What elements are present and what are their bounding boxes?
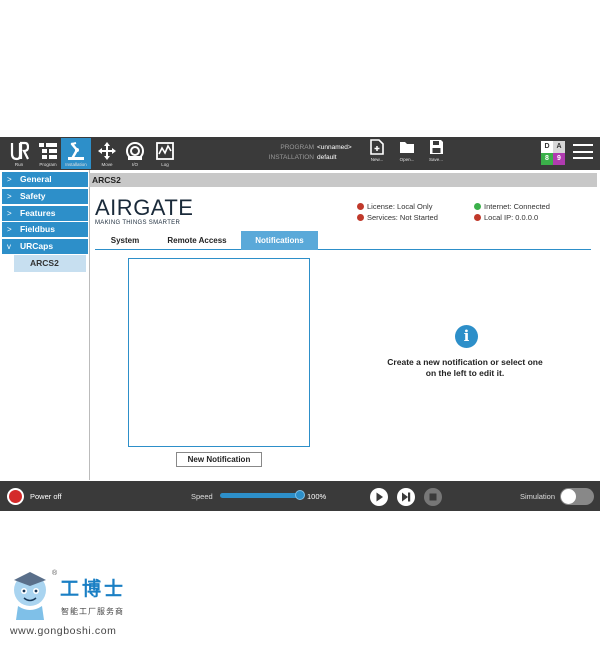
play-button[interactable] [370, 488, 388, 506]
program-info: PROGRAM <unnamed> INSTALLATION default [262, 143, 352, 163]
sidebar-item-label: General [20, 174, 52, 184]
speed-slider-track[interactable] [220, 493, 302, 498]
status-internet-text: Internet: Connected [484, 202, 550, 211]
watermark-registered-mark: ® [52, 570, 58, 577]
stop-button[interactable] [424, 488, 442, 506]
status-dot-red-icon [357, 203, 364, 210]
sidebar-item-features[interactable]: > Features [2, 206, 88, 221]
robot-arm-icon [68, 142, 84, 160]
nav-program-label: Program [39, 162, 57, 167]
step-forward-icon [402, 492, 411, 502]
step-button[interactable] [397, 488, 415, 506]
nav-log-label: Log [161, 162, 169, 167]
nav-move-button[interactable]: Move [92, 138, 122, 169]
da-cell-a: A [553, 141, 565, 153]
panel-title: ARCS2 [89, 173, 597, 187]
sidebar-item-label: Fieldbus [20, 224, 55, 234]
watermark-tagline-cn: 智能工厂服务商 [61, 607, 124, 616]
chevron-right-icon: > [7, 192, 12, 201]
simulation-label: Simulation [520, 492, 556, 501]
nav-installation-label: Installation [65, 162, 87, 167]
io-icon [126, 142, 144, 160]
save-disk-icon [429, 140, 443, 154]
notification-list[interactable] [128, 258, 310, 447]
power-button[interactable] [7, 488, 24, 505]
save-file-label: Save... [428, 157, 443, 162]
speed-label: Speed [191, 492, 213, 501]
da-cell-8: 8 [541, 153, 553, 165]
program-value: <unnamed> [317, 144, 352, 151]
status-license: License: Local Only [357, 202, 432, 212]
log-chart-icon [156, 142, 174, 160]
new-file-icon [370, 139, 384, 155]
nav-run-label: Run [14, 162, 24, 167]
nav-installation-button[interactable]: Installation [61, 138, 91, 169]
save-file-button[interactable]: Save... [423, 139, 449, 167]
info-message: Create a new notification or select one … [387, 357, 543, 378]
sidebar-item-safety[interactable]: > Safety [2, 189, 88, 204]
status-services-text: Services: Not Started [367, 213, 438, 222]
speed-slider-handle[interactable] [295, 490, 305, 500]
mascot-logo-icon [14, 572, 46, 620]
logo-text-air: AIR [95, 195, 134, 220]
installation-key: INSTALLATION [268, 154, 314, 161]
chevron-right-icon: > [7, 209, 12, 218]
folder-icon [400, 142, 414, 153]
stop-icon [429, 493, 437, 501]
da-status-indicator[interactable]: D A 8 9 [541, 141, 565, 165]
hamburger-menu-icon[interactable] [573, 144, 593, 162]
logo-text-gate: GATE [133, 195, 194, 220]
program-key: PROGRAM [280, 144, 314, 151]
status-local-ip: Local IP: 0.0.0.0 [474, 213, 538, 223]
watermark-url: www.gongboshi.com [10, 625, 117, 637]
nav-io-button[interactable]: I/O [120, 138, 150, 169]
tab-system[interactable]: System [95, 231, 155, 250]
program-icon [39, 143, 57, 159]
info-icon: i [455, 325, 478, 348]
simulation-toggle[interactable] [560, 488, 594, 505]
nav-log-button[interactable]: Log [150, 138, 180, 169]
nav-move-label: Move [101, 162, 113, 167]
sidebar-item-urcaps[interactable]: v URCaps [2, 239, 88, 254]
new-notification-button[interactable]: New Notification [176, 452, 262, 467]
chevron-right-icon: > [7, 225, 12, 234]
da-cell-d: D [541, 141, 553, 153]
open-file-button[interactable]: Open... [394, 139, 420, 167]
installation-value: default [317, 154, 337, 161]
sidebar-item-fieldbus[interactable]: > Fieldbus [2, 222, 88, 237]
status-dot-red-icon [357, 214, 364, 221]
sidebar-item-label: Features [20, 208, 56, 218]
chevron-down-icon: v [7, 242, 11, 251]
power-label: Power off [30, 492, 62, 501]
status-dot-red-icon [474, 214, 481, 221]
nav-run-button[interactable]: Run [4, 138, 34, 169]
tab-bar: System Remote Access Notifications [95, 231, 591, 250]
nav-program-button[interactable]: Program [33, 138, 63, 169]
sidebar-item-general[interactable]: > General [2, 172, 88, 187]
ur-logo-icon [10, 141, 29, 161]
sidebar-item-arcs2[interactable]: ARCS2 [14, 255, 86, 272]
tab-remote-access[interactable]: Remote Access [155, 231, 239, 250]
chevron-right-icon: > [7, 175, 12, 184]
new-file-button[interactable]: New... [364, 139, 390, 167]
watermark-brand-cn: 工博士 [60, 578, 127, 600]
status-license-text: License: Local Only [367, 202, 433, 211]
play-icon [376, 492, 383, 502]
open-file-label: Open... [399, 157, 415, 162]
new-file-label: New... [370, 157, 384, 162]
status-dot-green-icon [474, 203, 481, 210]
sidebar-item-label: Safety [20, 191, 46, 201]
screen: Run Program Installation Move I/O Log PR… [0, 0, 600, 650]
tab-notifications[interactable]: Notifications [241, 231, 318, 250]
airgate-logo: AIRGATE MAKING THINGS SMARTER [95, 195, 194, 227]
da-cell-9: 9 [553, 153, 565, 165]
status-local-ip-text: Local IP: 0.0.0.0 [484, 213, 539, 222]
logo-tagline: MAKING THINGS SMARTER [95, 220, 181, 226]
sidebar-item-label: URCaps [20, 241, 54, 251]
nav-io-label: I/O [131, 162, 138, 167]
status-services: Services: Not Started [357, 213, 438, 223]
speed-value: 100% [307, 492, 327, 501]
move-arrows-icon [98, 142, 116, 160]
status-internet: Internet: Connected [474, 202, 550, 212]
